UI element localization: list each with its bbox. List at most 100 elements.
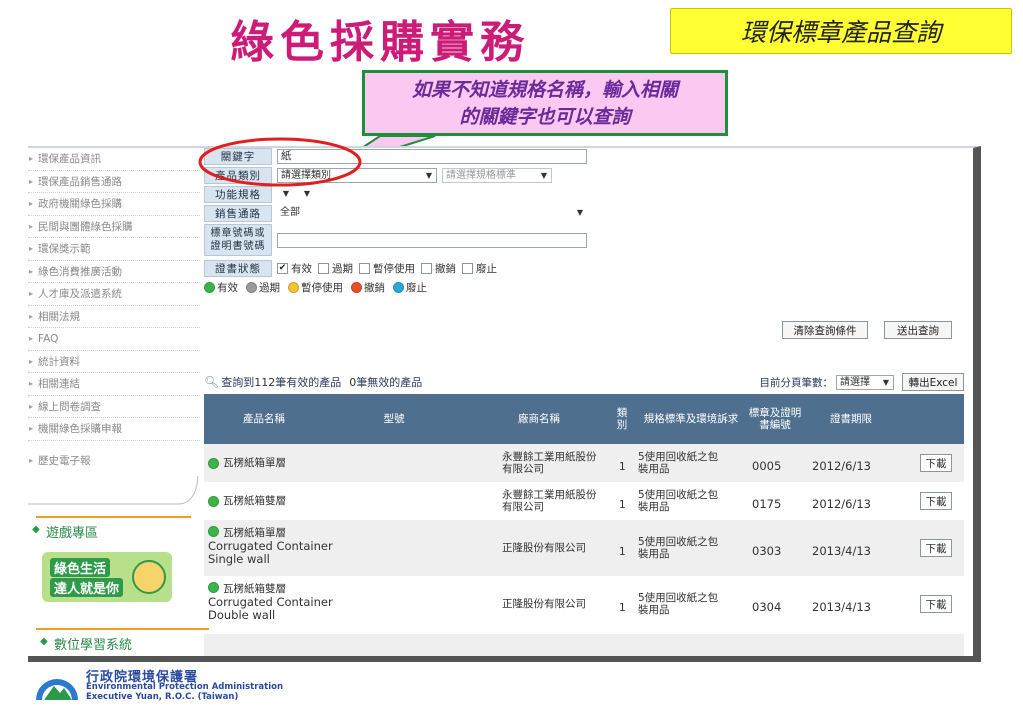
product-name-cell: 瓦楞紙箱雙層 (208, 482, 286, 520)
maker-cell: 正隆股份有限公司 (502, 542, 586, 554)
product-name-en-variant: Double wall (208, 608, 276, 622)
legend-revoked: 撤銷 (364, 282, 385, 294)
maker-cell: 正隆股份有限公司 (502, 598, 586, 610)
download-button[interactable]: 下載 (920, 595, 952, 613)
callout-box: 如果不知道規格名稱，輸入相關 的關鍵字也可以查詢 (362, 70, 728, 136)
download-button[interactable]: 下載 (920, 492, 952, 510)
banner-line-2: 達人就是你 (50, 578, 124, 597)
sidebar-item-regulations[interactable]: 相關法規 (28, 306, 200, 328)
col-spec: 規格標準及環境訴求 (643, 413, 739, 425)
website-screenshot: 環保產品資訊 環保產品銷售通路 政府機關綠色採購 民間與團體綠色採購 環保獎示範… (28, 146, 981, 662)
green-life-banner[interactable]: 綠色生活 達人就是你 (42, 552, 172, 602)
product-name-cell: 瓦楞紙箱單層 (208, 444, 286, 482)
submit-query-button[interactable]: 送出查詢 (884, 321, 952, 339)
invalid-count: 0 (349, 375, 357, 389)
cert-number-cell: 0303 (752, 544, 782, 558)
sidebar-item-sales-channels[interactable]: 環保產品銷售通路 (28, 171, 200, 193)
epa-emblem-icon (36, 679, 78, 700)
sidebar-item-eco-products[interactable]: 環保產品資訊 (28, 148, 200, 171)
status-dot-icon (208, 495, 219, 507)
mascot-icon (132, 560, 166, 594)
sidebar-item-gov-procurement[interactable]: 政府機關綠色採購 (28, 193, 200, 216)
chevron-down-icon: ▼ (882, 377, 889, 387)
category-cell: 1 (619, 546, 626, 558)
epa-logo: 行政院環境保護署 Environmental Protection Admini… (34, 666, 364, 706)
legend-suspended: 暫停使用 (301, 282, 343, 294)
channel-select[interactable]: 全部 ▼ (277, 206, 587, 221)
chevron-down-icon: ▼ (540, 171, 547, 180)
sidebar-item-private-procurement[interactable]: 民間與團體綠色採購 (28, 216, 200, 238)
status-dot-icon (288, 282, 299, 293)
download-button[interactable]: 下載 (920, 454, 952, 472)
sidebar-item-statistics[interactable]: 統計資料 (28, 351, 200, 373)
sidebar-item-links[interactable]: 相關連結 (28, 373, 200, 396)
page-size-select[interactable]: 請選擇 ▼ (836, 374, 894, 390)
col-cert-number: 標章及證明書編號 (748, 407, 802, 431)
spec-cell: 5使用回收紙之包裝用品 (638, 489, 719, 513)
chevron-down-icon: ▼ (425, 171, 432, 180)
spec-cell: 5使用回收紙之包裝用品 (638, 536, 719, 560)
status-valid-label: 有效 (291, 263, 312, 275)
maker-cell: 永豐餘工業用紙股份有限公司 (502, 489, 597, 513)
status-checkboxes: ✔ 有效 過期 暫停使用 撤銷 廢止 (277, 261, 503, 276)
status-dot-icon (351, 282, 362, 293)
results-table-header: 產品名稱 型號 廠商名稱 類別 規格標準及環境訴求 標章及證明書編號 證書期限 (204, 394, 964, 444)
status-row: 證書狀態 ✔ 有效 過期 暫停使用 撤銷 廢止 (204, 260, 503, 277)
status-suspended-checkbox[interactable]: 暫停使用 (359, 261, 415, 276)
product-name[interactable]: 瓦楞紙箱雙層 (223, 583, 286, 595)
clear-conditions-button[interactable]: 清除查詢條件 (782, 321, 868, 339)
status-revoked-checkbox[interactable]: 撤銷 (421, 261, 456, 276)
status-revoked-label: 撤銷 (435, 263, 456, 275)
status-expired-label: 過期 (332, 263, 353, 275)
page-size-controls: 目前分頁筆數： 請選擇 ▼ 轉出Excel (760, 373, 964, 391)
col-maker: 廠商名稱 (518, 413, 560, 425)
download-button[interactable]: 下載 (920, 539, 952, 557)
sidebar-curve-divider (28, 475, 199, 505)
status-dot-icon (393, 282, 404, 293)
keyword-highlight-ellipse (198, 137, 362, 187)
search-icon: 🔍︎ (204, 375, 220, 389)
legend-valid: 有效 (217, 282, 238, 294)
sidebar-item-faq[interactable]: FAQ (28, 328, 200, 351)
sidebar-item-awards[interactable]: 環保獎示範 (28, 238, 200, 261)
product-name[interactable]: 瓦楞紙箱單層 (223, 527, 286, 539)
callout-line-1: 如果不知道規格名稱，輸入相關 (411, 79, 678, 101)
status-dot-icon (208, 582, 219, 593)
expiry-cell: 2013/4/13 (812, 600, 871, 614)
expiry-cell: 2013/4/13 (812, 544, 871, 558)
channel-row: 銷售通路 全部 ▼ (204, 205, 587, 222)
legend-abolished: 廢止 (406, 282, 427, 294)
cert-number-label-line2: 證明書號碼 (210, 241, 266, 252)
results-prefix: 查詢到 (221, 376, 255, 389)
product-name-cell: 瓦楞紙箱雙層 Corrugated Container Double wall (208, 582, 333, 622)
status-valid-checkbox[interactable]: ✔ 有效 (277, 261, 312, 276)
e-learning-link[interactable]: 數位學習系統 (36, 628, 209, 653)
product-name[interactable]: 瓦楞紙箱雙層 (223, 495, 286, 507)
checkbox-icon (318, 263, 329, 274)
spec-standard-select[interactable]: 請選擇規格標準 ▼ (442, 168, 552, 183)
table-row: 瓦楞紙箱單層 永豐餘工業用紙股份有限公司 1 5使用回收紙之包裝用品 0005 … (204, 444, 964, 482)
sidebar-item-survey[interactable]: 線上問卷調查 (28, 396, 200, 418)
results-invalid-text: 筆無效的產品 (356, 376, 423, 389)
col-category: 類別 (616, 407, 628, 431)
category-cell: 1 (619, 461, 626, 473)
sidebar-item-talent[interactable]: 人才庫及派遣系統 (28, 283, 200, 306)
status-expired-checkbox[interactable]: 過期 (318, 261, 353, 276)
checkbox-icon (359, 263, 370, 274)
table-row: 瓦楞紙箱雙層 Corrugated Container Double wall … (204, 576, 964, 632)
export-excel-button[interactable]: 轉出Excel (902, 373, 964, 391)
maker-cell: 永豐餘工業用紙股份有限公司 (502, 451, 597, 475)
product-name[interactable]: 瓦楞紙箱單層 (223, 457, 286, 469)
callout-line-2: 的關鍵字也可以查詢 (459, 106, 631, 128)
expiry-cell: 2012/6/13 (812, 459, 871, 473)
cert-number-label: 標章號碼或 證明書號碼 (204, 224, 272, 256)
sidebar-item-reporting[interactable]: 機關綠色採購申報 (28, 418, 200, 441)
status-abolished-checkbox[interactable]: 廢止 (462, 261, 497, 276)
col-model: 型號 (383, 413, 405, 425)
cert-number-input[interactable] (277, 232, 587, 248)
status-label: 證書狀態 (204, 260, 272, 277)
expiry-cell: 2012/6/13 (812, 497, 871, 511)
cert-number-cell: 0005 (752, 459, 782, 473)
channel-select-value: 全部 (280, 207, 300, 218)
sidebar-item-campaigns[interactable]: 綠色消費推廣活動 (28, 261, 200, 283)
